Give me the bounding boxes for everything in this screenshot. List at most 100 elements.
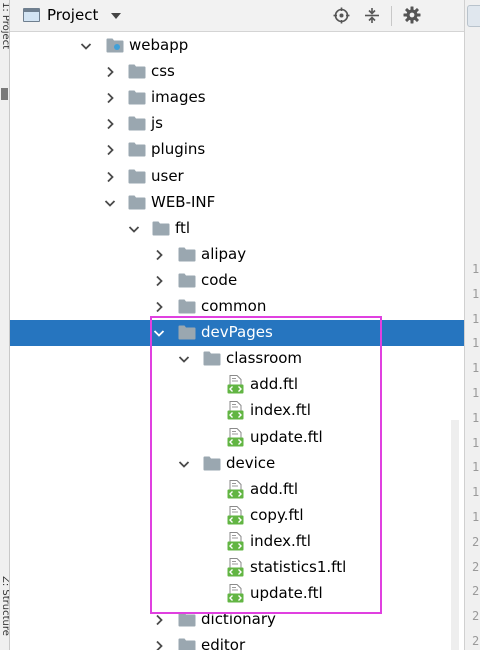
- tree-folder-row[interactable]: device: [10, 451, 464, 477]
- tree-item-label: add.ftl: [250, 375, 299, 393]
- chevron-down-icon[interactable]: [128, 223, 140, 235]
- project-window-icon: [23, 8, 40, 22]
- ftl-file-icon: [227, 532, 244, 551]
- tree-file-row[interactable]: add.ftl: [10, 477, 464, 503]
- ftl-file-icon: [227, 506, 244, 525]
- tree-item-label: plugins: [151, 140, 206, 158]
- chevron-right-icon[interactable]: [104, 92, 116, 104]
- line-number: 1: [472, 510, 480, 524]
- ftl-file-icon: [227, 480, 244, 499]
- folder-icon: [178, 273, 196, 288]
- line-number: 1: [472, 485, 480, 499]
- tree-item-label: statistics1.ftl: [250, 558, 347, 576]
- folder-icon: [128, 90, 146, 105]
- chevron-right-icon[interactable]: [153, 275, 165, 287]
- ftl-file-icon: [227, 584, 244, 603]
- tree-item-label: dictionary: [201, 610, 276, 628]
- tree-file-row[interactable]: index.ftl: [10, 398, 464, 424]
- tree-folder-row[interactable]: ftl: [10, 216, 464, 242]
- folder-icon: [178, 247, 196, 262]
- tree-item-label: device: [226, 454, 276, 472]
- web-folder-icon: [106, 38, 124, 53]
- tree-file-row[interactable]: update.ftl: [10, 425, 464, 451]
- tree-folder-row[interactable]: classroom: [10, 346, 464, 372]
- line-number: 1: [472, 361, 480, 375]
- tree-folder-row[interactable]: dictionary: [10, 607, 464, 633]
- panel-title[interactable]: Project: [47, 6, 98, 24]
- chevron-right-icon[interactable]: [104, 118, 116, 130]
- folder-icon: [203, 351, 221, 366]
- collapse-all-icon[interactable]: [363, 6, 381, 24]
- tree-file-row[interactable]: copy.ftl: [10, 503, 464, 529]
- folder-icon: [128, 64, 146, 79]
- editor-tab-edge[interactable]: [467, 5, 480, 27]
- tree-folder-row[interactable]: WEB-INF: [10, 190, 464, 216]
- toolbar-separator: [391, 6, 392, 26]
- chevron-right-icon[interactable]: [104, 144, 116, 156]
- tree-folder-row[interactable]: common: [10, 294, 464, 320]
- tree-folder-row[interactable]: alipay: [10, 242, 464, 268]
- tree-item-label: alipay: [201, 245, 247, 263]
- line-number: 1: [472, 262, 480, 276]
- chevron-down-icon[interactable]: [111, 13, 121, 19]
- structure-tool-tab[interactable]: Z: Structure: [0, 576, 9, 636]
- chevron-right-icon[interactable]: [153, 301, 165, 313]
- chevron-right-icon[interactable]: [153, 249, 165, 261]
- folder-icon: [128, 195, 146, 210]
- tree-folder-row[interactable]: images: [10, 85, 464, 111]
- tree-folder-row[interactable]: user: [10, 164, 464, 190]
- chevron-right-icon[interactable]: [104, 171, 116, 183]
- tree-item-label: code: [201, 271, 238, 289]
- line-number: 1: [472, 411, 480, 425]
- chevron-right-icon[interactable]: [104, 66, 116, 78]
- chevron-right-icon[interactable]: [153, 614, 165, 626]
- tree-folder-row[interactable]: plugins: [10, 137, 464, 163]
- project-tree: webapp css images js plugins user WEB-INF ftl al…: [10, 32, 464, 650]
- tree-file-row[interactable]: add.ftl: [10, 372, 464, 398]
- tree-item-label: common: [201, 297, 267, 315]
- tree-item-label: index.ftl: [250, 532, 311, 550]
- tree-folder-row[interactable]: js: [10, 111, 464, 137]
- tree-item-label: copy.ftl: [250, 506, 304, 524]
- tree-folder-row[interactable]: css: [10, 59, 464, 85]
- tree-file-row[interactable]: index.ftl: [10, 529, 464, 555]
- ftl-file-icon: [227, 558, 244, 577]
- folder-icon: [203, 456, 221, 471]
- tree-folder-row[interactable]: webapp: [10, 33, 464, 59]
- chevron-down-icon[interactable]: [80, 40, 92, 52]
- line-number: 2: [472, 535, 480, 549]
- tree-folder-row[interactable]: code: [10, 268, 464, 294]
- chevron-down-icon[interactable]: [104, 197, 116, 209]
- tree-folder-row[interactable]: devPages: [10, 320, 464, 346]
- line-number: 2: [472, 634, 480, 648]
- ftl-file-icon: [227, 401, 244, 420]
- line-number: 1: [472, 287, 480, 301]
- tree-file-row[interactable]: update.ftl: [10, 581, 464, 607]
- project-tool-tab[interactable]: 1: Project: [0, 2, 9, 49]
- folder-icon: [178, 325, 196, 340]
- chevron-right-icon[interactable]: [153, 640, 165, 650]
- ftl-file-icon: [227, 428, 244, 447]
- chevron-down-icon[interactable]: [178, 353, 190, 365]
- tree-item-label: js: [151, 114, 163, 132]
- editor-gutter: 1 1 1 1 1 1 1 1 1 1 1 2 2 2 2 2: [464, 0, 480, 650]
- gear-icon[interactable]: [403, 6, 421, 24]
- chevron-down-icon[interactable]: [178, 458, 190, 470]
- folder-icon: [128, 116, 146, 131]
- project-panel-header: Project: [10, 0, 464, 32]
- line-number: 1: [472, 436, 480, 450]
- tree-item-label: user: [151, 167, 184, 185]
- line-number: 2: [472, 584, 480, 598]
- folder-icon: [178, 638, 196, 650]
- chevron-down-icon[interactable]: [153, 327, 165, 339]
- folder-icon: [128, 142, 146, 157]
- line-number: 2: [472, 609, 480, 623]
- tree-scrollbar[interactable]: [451, 420, 459, 650]
- tree-folder-row[interactable]: editor: [10, 633, 464, 650]
- tree-file-row[interactable]: statistics1.ftl: [10, 555, 464, 581]
- tree-item-label: devPages: [201, 323, 273, 341]
- tree-item-label: editor: [201, 636, 246, 650]
- line-number: 1: [472, 336, 480, 350]
- left-tool-strip: 1: Project Z: Structure: [0, 0, 10, 650]
- locate-icon[interactable]: [332, 6, 350, 24]
